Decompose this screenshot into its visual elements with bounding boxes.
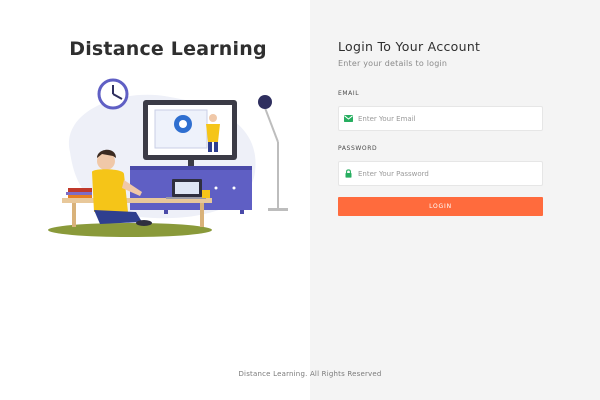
distance-learning-illustration xyxy=(48,78,288,237)
tv-monitor xyxy=(143,100,237,166)
laptop-icon xyxy=(166,179,206,199)
brand-title: Distance Learning xyxy=(69,38,267,60)
mug-icon xyxy=(202,190,210,198)
envelope-icon xyxy=(339,106,358,131)
floor-lamp-icon xyxy=(258,95,288,211)
login-subtitle: Enter your details to login xyxy=(338,59,448,68)
email-label: EMAIL xyxy=(338,90,360,97)
lock-icon xyxy=(339,161,358,186)
login-button[interactable]: LOGIN xyxy=(338,197,543,216)
footer-copyright: Distance Learning. All Rights Reserved xyxy=(238,370,382,378)
books-icon xyxy=(66,188,92,198)
clock-icon xyxy=(97,78,129,110)
password-field-container xyxy=(338,161,543,186)
login-title: Login To Your Account xyxy=(338,39,481,54)
password-label: PASSWORD xyxy=(338,145,378,152)
password-input[interactable] xyxy=(358,163,538,184)
email-input[interactable] xyxy=(358,108,538,129)
email-field-container xyxy=(338,106,543,131)
